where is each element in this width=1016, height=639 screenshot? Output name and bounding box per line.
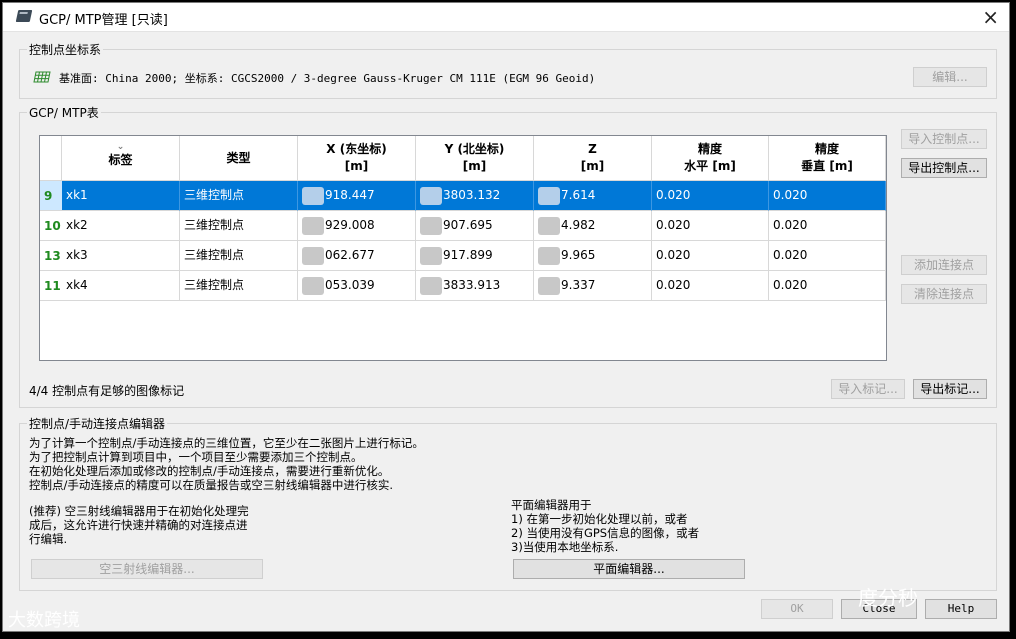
cell-x: 053.039 (298, 271, 416, 301)
cell-z: 7.614 (534, 181, 652, 211)
column-header-horizontal-accuracy[interactable]: 精度 水平 [m] (652, 136, 769, 181)
row-number[interactable]: 13 (40, 241, 62, 271)
watermark-right: 度分秒 (858, 586, 918, 610)
column-header-y[interactable]: Y (北坐标) [m] (416, 136, 534, 181)
import-gcp-button[interactable]: 导入控制点... (901, 129, 987, 149)
row-number-header (40, 136, 62, 181)
ok-button[interactable]: OK (761, 599, 833, 619)
cell-x: 062.677 (298, 241, 416, 271)
cell-type: 三维控制点 (180, 211, 298, 241)
column-header-x[interactable]: X (东坐标) [m] (298, 136, 416, 181)
cell-z: 4.982 (534, 211, 652, 241)
cell-x: 918.447 (298, 181, 416, 211)
cell-accuracy-h: 0.020 (652, 211, 769, 241)
plane-editor-button[interactable]: 平面编辑器... (513, 559, 745, 579)
crs-text: 基准面: China 2000; 坐标系: CGCS2000 / 3-degre… (59, 72, 596, 85)
column-header-z[interactable]: Z [m] (534, 136, 652, 181)
row-number[interactable]: 11 (40, 271, 62, 301)
cell-accuracy-h: 0.020 (652, 181, 769, 211)
cell-z: 9.337 (534, 271, 652, 301)
cell-label: xk3 (62, 241, 180, 271)
gcp-table[interactable]: ⌄ 标签 类型 X (东坐标) [m] Y (北坐标) [m] Z [m] 精度 水平 … (39, 135, 887, 361)
title-bar: GCP/ MTP管理 [只读] × (3, 3, 1009, 32)
close-icon[interactable]: × (982, 5, 999, 29)
sort-chevron-icon: ⌄ (116, 142, 125, 152)
import-marks-button[interactable]: 导入标记... (831, 379, 905, 399)
edit-crs-button[interactable]: 编辑... (913, 67, 987, 87)
window-title: GCP/ MTP管理 [只读] (39, 13, 168, 28)
cell-label: xk2 (62, 211, 180, 241)
gcp-mtp-manager-window: GCP/ MTP管理 [只读] × 控制点坐标系 基准面: China 2000… (2, 2, 1010, 632)
cell-accuracy-h: 0.020 (652, 241, 769, 271)
export-marks-button[interactable]: 导出标记... (913, 379, 987, 399)
cell-accuracy-v: 0.020 (769, 241, 886, 271)
cell-z: 9.965 (534, 241, 652, 271)
cell-type: 三维控制点 (180, 241, 298, 271)
editor-group-label: 控制点/手动连接点编辑器 (27, 415, 168, 432)
gcp-group-label: GCP/ MTP表 (27, 104, 101, 121)
row-number[interactable]: 9 (40, 181, 62, 211)
crs-group-label: 控制点坐标系 (27, 41, 104, 58)
plane-editor-description: 平面编辑器用于 1) 在第一步初始化处理以前，或者 2) 当使用没有GPS信息的… (511, 498, 700, 554)
export-gcp-button[interactable]: 导出控制点... (901, 158, 987, 178)
cell-accuracy-h: 0.020 (652, 271, 769, 301)
cell-label: xk1 (62, 181, 180, 211)
watermark-left: 大数跨境 (8, 610, 80, 631)
editor-description: 为了计算一个控制点/手动连接点的三维位置，它至少在二张图片上进行标记。 为了把控… (29, 436, 424, 492)
grid-icon (33, 71, 51, 83)
add-tie-point-button[interactable]: 添加连接点 (901, 255, 987, 275)
cell-y: 917.899 (416, 241, 534, 271)
column-header-label[interactable]: ⌄ 标签 (62, 136, 180, 181)
cell-y: 907.695 (416, 211, 534, 241)
cell-accuracy-v: 0.020 (769, 181, 886, 211)
app-icon (15, 10, 33, 22)
cell-y: 3803.132 (416, 181, 534, 211)
column-header-vertical-accuracy[interactable]: 精度 垂直 [m] (769, 136, 886, 181)
cell-y: 3833.913 (416, 271, 534, 301)
clear-tie-point-button[interactable]: 清除连接点 (901, 284, 987, 304)
ray-editor-button[interactable]: 空三射线编辑器... (31, 559, 263, 579)
row-number[interactable]: 10 (40, 211, 62, 241)
cell-x: 929.008 (298, 211, 416, 241)
help-button[interactable]: Help (925, 599, 997, 619)
cell-type: 三维控制点 (180, 181, 298, 211)
ray-editor-description: (推荐) 空三射线编辑器用于在初始化处理完 成后，这允许进行快速并精确的对连接点… (29, 504, 249, 546)
cell-label: xk4 (62, 271, 180, 301)
cell-accuracy-v: 0.020 (769, 271, 886, 301)
column-header-type[interactable]: 类型 (180, 136, 298, 181)
cell-accuracy-v: 0.020 (769, 211, 886, 241)
cell-type: 三维控制点 (180, 271, 298, 301)
marks-status: 4/4 控制点有足够的图像标记 (29, 384, 185, 398)
